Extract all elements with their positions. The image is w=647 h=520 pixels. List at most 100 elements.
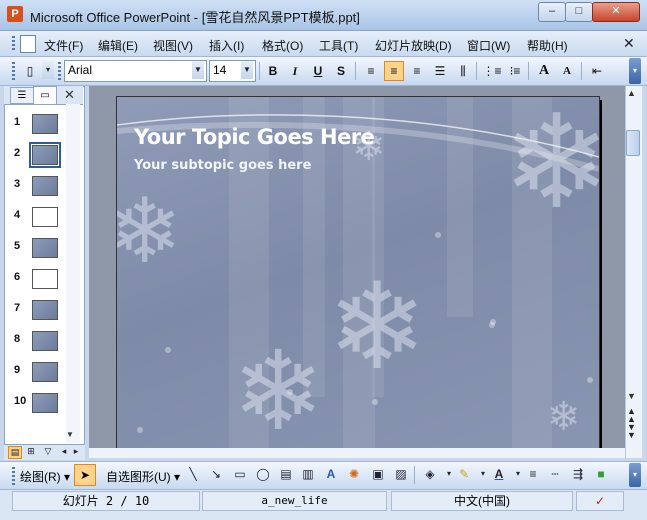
menu-view[interactable]: 视图(V): [153, 37, 193, 54]
menu-window[interactable]: 窗口(W): [467, 37, 510, 54]
menu-slideshow[interactable]: 幻灯片放映(D): [375, 37, 452, 54]
font-name-dropdown-icon[interactable]: ▼: [192, 61, 204, 79]
slide-thumbnail[interactable]: [32, 362, 58, 382]
slide-thumbnail[interactable]: [32, 114, 58, 134]
slide-thumbnail[interactable]: [32, 176, 58, 196]
horizontal-scrollbar[interactable]: [89, 448, 625, 458]
slides-tab-icon[interactable]: ▭: [33, 86, 57, 104]
grow-font-button[interactable]: A: [534, 61, 554, 81]
line-style-icon[interactable]: ≡: [524, 465, 542, 483]
previous-slide-icon[interactable]: ▲ ▲: [627, 407, 636, 424]
bullets-button[interactable]: ⁝≡: [505, 61, 525, 81]
slide-number: 7: [14, 302, 21, 314]
draw-menu-button[interactable]: 绘图(R) ▾: [20, 468, 70, 485]
toolbar-grip[interactable]: [58, 62, 61, 80]
slide-number: 8: [14, 333, 21, 345]
outline-tab-icon[interactable]: ☰: [10, 87, 34, 104]
slide-canvas[interactable]: ❄ ❄ ❄ ❄ ❄ ❄: [116, 96, 600, 458]
font-color-icon[interactable]: A: [490, 465, 508, 483]
toolbar-overflow-icon[interactable]: ▾: [629, 58, 641, 84]
textbox-icon[interactable]: ▤: [277, 465, 295, 483]
line-color-icon[interactable]: ✎: [455, 465, 473, 483]
select-objects-icon[interactable]: ➤: [74, 464, 96, 486]
clipart-icon[interactable]: ▣: [369, 465, 387, 483]
slide-number: 5: [14, 240, 21, 252]
decrease-indent-button[interactable]: ⇤: [587, 61, 607, 81]
slide-thumbnail[interactable]: [29, 142, 61, 168]
diagram-icon[interactable]: ✺: [345, 465, 363, 483]
align-right-button[interactable]: ≡: [407, 61, 427, 81]
scrollbar-thumb[interactable]: [626, 130, 640, 156]
toolbar-grip[interactable]: [12, 36, 15, 52]
snow-dot: [137, 427, 143, 433]
shadow-style-icon[interactable]: ■: [592, 465, 610, 483]
minimize-button[interactable]: –: [538, 2, 566, 22]
close-button[interactable]: ✕: [592, 2, 640, 22]
slide-sorter-icon[interactable]: ⊞: [25, 446, 37, 457]
shadow-button[interactable]: S: [331, 61, 351, 81]
slide-subtitle[interactable]: Your subtopic goes here: [134, 158, 311, 173]
menu-tools[interactable]: 工具(T): [319, 37, 358, 54]
slideshow-view-icon[interactable]: ▽: [42, 446, 54, 457]
menu-insert[interactable]: 插入(I): [209, 37, 244, 54]
powerpoint-icon[interactable]: P: [7, 6, 23, 22]
justify-icon[interactable]: ☰: [430, 61, 450, 81]
slide-title[interactable]: Your Topic Goes Here: [134, 125, 375, 149]
scroll-up-icon[interactable]: ▲: [627, 88, 636, 98]
toolbar-grip[interactable]: [12, 467, 15, 485]
line-icon[interactable]: ╲: [184, 465, 202, 483]
slide-thumbnail[interactable]: [32, 300, 58, 320]
slide-thumbnail[interactable]: [32, 238, 58, 258]
font-size-dropdown-icon[interactable]: ▼: [241, 61, 253, 79]
slide-thumbnail[interactable]: [32, 207, 58, 227]
shrink-font-button[interactable]: A: [557, 61, 577, 81]
insert-picture-icon[interactable]: ▨: [392, 465, 410, 483]
align-center-button[interactable]: ≡: [384, 61, 404, 81]
arrow-icon[interactable]: ↘: [207, 465, 225, 483]
numbering-button[interactable]: ⋮≡: [482, 61, 502, 81]
slide-thumbnail[interactable]: [32, 331, 58, 351]
separator: [581, 62, 582, 80]
distribute-button[interactable]: ⫼: [453, 61, 473, 81]
pane-close-icon[interactable]: ✕: [64, 87, 75, 103]
bold-button[interactable]: B: [263, 61, 283, 81]
maximize-button[interactable]: □: [565, 2, 593, 22]
oval-icon[interactable]: ◯: [254, 465, 272, 483]
next-slide-icon[interactable]: ▼ ▼: [627, 423, 636, 440]
dash-style-icon[interactable]: ┄: [546, 465, 564, 483]
menu-format[interactable]: 格式(O): [262, 37, 303, 54]
toolbar-overflow-icon[interactable]: ▾: [629, 463, 641, 487]
scroll-right-icon[interactable]: ▸: [70, 446, 82, 457]
status-language: 中文(中国): [391, 491, 573, 511]
wordart-icon[interactable]: A: [322, 465, 340, 483]
scroll-left-icon[interactable]: ◂: [58, 446, 70, 457]
slide-number: 9: [14, 364, 21, 376]
document-icon[interactable]: [20, 35, 36, 53]
fill-color-icon[interactable]: ◈: [421, 465, 439, 483]
scroll-down-icon[interactable]: ▼: [627, 391, 636, 401]
menu-edit[interactable]: 编辑(E): [98, 37, 138, 54]
vertical-textbox-icon[interactable]: ▥: [299, 465, 317, 483]
spellcheck-icon[interactable]: ✓: [576, 491, 624, 511]
italic-button[interactable]: I: [285, 61, 305, 81]
normal-view-icon[interactable]: ▤: [8, 446, 22, 459]
slide-thumbnail[interactable]: [32, 393, 58, 413]
autoshapes-menu-button[interactable]: 自选图形(U) ▾: [106, 468, 180, 485]
new-document-icon[interactable]: ▯: [20, 61, 40, 81]
toolbar-options-icon[interactable]: ▾: [42, 61, 54, 79]
align-left-button[interactable]: ≡: [361, 61, 381, 81]
separator: [476, 62, 477, 80]
document-close-icon[interactable]: ✕: [623, 35, 635, 52]
pane-scrollbar[interactable]: [66, 104, 80, 443]
menu-file[interactable]: 文件(F): [44, 37, 83, 54]
separator: [259, 62, 260, 80]
separator: [414, 466, 415, 484]
underline-button[interactable]: U: [308, 61, 328, 81]
scroll-down-icon[interactable]: ▼: [66, 430, 74, 439]
rectangle-icon[interactable]: ▭: [231, 465, 249, 483]
toolbar-grip[interactable]: [12, 62, 15, 80]
menu-help[interactable]: 帮助(H): [527, 37, 568, 54]
slide-thumbnail[interactable]: [32, 269, 58, 289]
arrow-style-icon[interactable]: ⇶: [569, 465, 587, 483]
status-design-template: a_new_life: [202, 491, 387, 511]
